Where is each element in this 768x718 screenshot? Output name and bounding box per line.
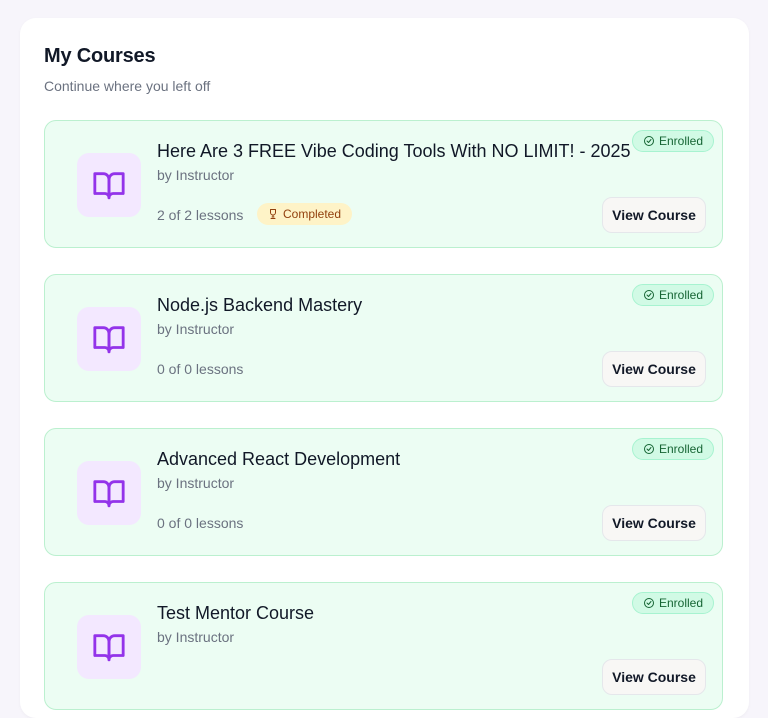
enrolled-badge: Enrolled [631,284,714,306]
enrolled-label: Enrolled [658,288,703,302]
page-title: My Courses [44,45,156,67]
course-title: Advanced React Development [157,449,401,469]
my-courses-panel: My Courses Continue where you left off H… [20,18,749,718]
course-author: by Instructor [157,629,235,645]
book-open-icon [93,172,125,200]
course-thumbnail [77,615,141,679]
course-author: by Instructor [157,475,235,491]
course-author: by Instructor [157,321,235,337]
enrolled-label: Enrolled [658,596,703,610]
completed-badge: Completed [257,203,353,225]
page-subtitle: Continue where you left off [44,78,211,94]
course-title: Node.js Backend Mastery [157,295,363,315]
enrolled-badge: Enrolled [631,438,714,460]
course-title: Here Are 3 FREE Vibe Coding Tools With N… [157,141,631,161]
enrolled-label: Enrolled [658,134,703,148]
completed-label: Completed [283,207,342,221]
check-circle-icon [643,598,654,608]
book-open-icon [93,326,125,354]
book-open-icon [93,480,125,508]
view-course-button[interactable]: View Course [602,351,706,387]
enrolled-label: Enrolled [658,442,703,456]
check-circle-icon [643,290,654,300]
lesson-progress: 2 of 2 lessons [157,207,244,223]
lesson-progress: 0 of 0 lessons [157,361,244,377]
course-thumbnail [77,153,141,217]
lesson-progress: 0 of 0 lessons [157,515,244,531]
check-circle-icon [643,136,654,146]
course-card[interactable]: Test Mentor Course by Instructor Enrolle… [44,582,723,710]
course-thumbnail [77,461,141,525]
course-thumbnail [77,307,141,371]
course-card[interactable]: Here Are 3 FREE Vibe Coding Tools With N… [44,120,723,248]
course-title: Test Mentor Course [157,603,315,623]
course-author: by Instructor [157,167,235,183]
course-card[interactable]: Node.js Backend Mastery by Instructor 0 … [44,274,723,402]
book-open-icon [93,634,125,662]
check-circle-icon [643,444,654,454]
view-course-button[interactable]: View Course [602,197,706,233]
course-card[interactable]: Advanced React Development by Instructor… [44,428,723,556]
view-course-button[interactable]: View Course [602,505,706,541]
enrolled-badge: Enrolled [631,592,714,614]
trophy-icon [270,209,276,219]
enrolled-badge: Enrolled [631,130,714,152]
view-course-button[interactable]: View Course [602,659,706,695]
